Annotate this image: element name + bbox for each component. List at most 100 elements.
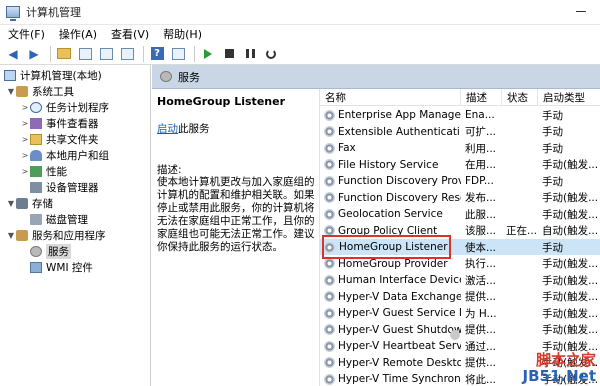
- service-name-cell: Geolocation Service: [320, 208, 461, 220]
- service-gear-icon: [324, 241, 335, 253]
- device-manager-icon: [30, 181, 42, 193]
- column-header-name[interactable]: 名称: [320, 89, 461, 106]
- service-startup-type: 手动(触发...: [542, 307, 599, 320]
- service-name: File History Service: [338, 158, 439, 171]
- table-row[interactable]: Enterprise App Manage... Ena... 手动: [320, 107, 600, 123]
- minimize-button[interactable]: [576, 11, 586, 12]
- users-icon: [30, 149, 42, 161]
- service-name: Hyper-V Guest Shutdown...: [338, 323, 461, 336]
- export-icon[interactable]: [97, 45, 115, 63]
- service-name: Human Interface Device ...: [338, 274, 461, 286]
- services-icon: [160, 71, 172, 82]
- show-hide-tree-icon[interactable]: [76, 45, 94, 63]
- menu-file[interactable]: 文件(F): [4, 26, 49, 42]
- service-name-cell: HomeGroup Listener: [320, 241, 461, 253]
- tree-item-label: 任务计划程序: [46, 101, 109, 114]
- table-row[interactable]: Hyper-V Guest Shutdown... 提供... 手动(触发...: [320, 322, 600, 338]
- chevron-right-icon[interactable]: >: [20, 151, 30, 160]
- tree-item-device-manager[interactable]: 设备管理器: [30, 179, 99, 195]
- chevron-right-icon[interactable]: >: [20, 119, 30, 128]
- service-gear-icon: [324, 109, 335, 121]
- service-gear-icon: [324, 291, 335, 302]
- table-header: 名称 描述 状态 启动类型: [320, 89, 600, 106]
- tree-root[interactable]: 计算机管理(本地): [4, 67, 102, 83]
- service-startup-type: 手动: [542, 175, 563, 188]
- service-description: Ena...: [465, 109, 495, 121]
- tree-item-system-tools[interactable]: ▼ 系统工具: [6, 83, 74, 99]
- folder-icon: [30, 133, 42, 145]
- table-row[interactable]: Group Policy Client 该服... 正在... 自动(触发...: [320, 223, 600, 239]
- refresh-icon[interactable]: [118, 45, 136, 63]
- service-action: 启动此服务: [157, 121, 210, 136]
- stop-icon[interactable]: [220, 45, 238, 63]
- tree-item-services[interactable]: 服务: [30, 243, 71, 259]
- column-header-status[interactable]: 状态: [502, 89, 538, 106]
- service-description: 在用...: [465, 159, 497, 171]
- tree-item-local-users[interactable]: > 本地用户和组: [20, 147, 109, 163]
- table-row[interactable]: File History Service 在用... 手动(触发...: [320, 157, 600, 173]
- service-name-cell: Enterprise App Manage...: [320, 109, 461, 121]
- menu-help[interactable]: 帮助(H): [159, 26, 206, 42]
- clock-icon: [30, 101, 42, 113]
- tree-item-storage[interactable]: ▼ 存储: [6, 195, 53, 211]
- forward-arrow-icon[interactable]: ▶: [25, 45, 43, 63]
- service-gear-icon: [324, 274, 335, 286]
- tree-item-label: 磁盘管理: [46, 213, 88, 226]
- service-name: Function Discovery Provi...: [338, 175, 461, 187]
- table-row[interactable]: Hyper-V Guest Service In... 为 H... 手动(触发..…: [320, 305, 600, 321]
- table-row[interactable]: Hyper-V Data Exchange ... 提供... 手动(触发...: [320, 289, 600, 305]
- table-row[interactable]: Hyper-V Remote Deskto... 提供... 手动(触发...: [320, 355, 600, 371]
- chevron-down-icon[interactable]: ▼: [6, 87, 16, 96]
- tree-item-label: 设备管理器: [46, 181, 99, 194]
- service-startup-type: 手动(触发...: [542, 357, 599, 369]
- tree-item-label: 系统工具: [32, 85, 74, 98]
- service-gear-icon: [324, 307, 335, 319]
- column-header-startup-type[interactable]: 启动类型: [538, 89, 600, 106]
- table-row[interactable]: HomeGroup Listener 使本... 手动: [320, 239, 600, 255]
- play-icon[interactable]: [199, 45, 217, 63]
- table-row[interactable]: HomeGroup Provider 执行... 手动(触发...: [320, 256, 600, 272]
- table-row[interactable]: Hyper-V Heartbeat Service 通过... 手动(触发...: [320, 338, 600, 354]
- start-service-link[interactable]: 启动: [157, 123, 178, 135]
- service-name: Fax: [338, 142, 356, 154]
- tree-item-performance[interactable]: > 性能: [20, 163, 67, 179]
- table-row[interactable]: Hyper-V Time Synchroniz... 将此... 手动(触发...: [320, 371, 600, 386]
- table-row[interactable]: Human Interface Device ... 激活... 手动(触发...: [320, 272, 600, 288]
- description-heading: 描述:: [157, 164, 182, 176]
- table-row[interactable]: Extensible Authenticati... 可扩... 手动: [320, 124, 600, 140]
- properties-icon[interactable]: [169, 45, 187, 63]
- tree-item-services-apps[interactable]: ▼ 服务和应用程序: [6, 227, 106, 243]
- menu-bar: 文件(F) 操作(A) 查看(V) 帮助(H): [0, 25, 600, 43]
- menu-view[interactable]: 查看(V): [107, 26, 153, 42]
- table-row[interactable]: Function Discovery Provi... FDP... 手动: [320, 173, 600, 189]
- table-row[interactable]: Fax 利用... 手动: [320, 140, 600, 156]
- pause-icon[interactable]: [241, 45, 259, 63]
- chevron-right-icon[interactable]: >: [20, 135, 30, 144]
- services-apps-icon: [16, 229, 28, 241]
- chevron-right-icon[interactable]: >: [20, 167, 30, 176]
- service-name: Hyper-V Heartbeat Service: [338, 340, 461, 352]
- table-row[interactable]: Function Discovery Reso... 发布... 手动(触发...: [320, 190, 600, 206]
- service-gear-icon: [324, 258, 335, 269]
- service-startup-type: 手动: [542, 241, 563, 254]
- chevron-down-icon[interactable]: ▼: [6, 199, 16, 208]
- column-header-description[interactable]: 描述: [461, 89, 502, 106]
- restart-icon[interactable]: [262, 45, 280, 63]
- service-description: 使本...: [465, 241, 497, 254]
- up-folder-icon[interactable]: [55, 45, 73, 63]
- tree-item-task-scheduler[interactable]: > 任务计划程序: [20, 99, 109, 115]
- service-startup-type: 手动: [542, 142, 563, 155]
- table-row[interactable]: Geolocation Service 此服... 手动(触发...: [320, 206, 600, 222]
- menu-action[interactable]: 操作(A): [55, 26, 101, 42]
- tree-item-shared-folders[interactable]: > 共享文件夹: [20, 131, 99, 147]
- tree-item-disk-management[interactable]: 磁盘管理: [30, 211, 88, 227]
- tree-item-wmi[interactable]: WMI 控件: [30, 259, 93, 275]
- chevron-right-icon[interactable]: >: [20, 103, 30, 112]
- toolbar-divider: [194, 45, 195, 62]
- help-icon[interactable]: ?: [148, 45, 166, 63]
- scroll-indicator: [450, 330, 460, 340]
- tree-item-event-viewer[interactable]: > 事件查看器: [20, 115, 99, 131]
- back-arrow-icon[interactable]: ◀: [4, 45, 22, 63]
- chevron-down-icon[interactable]: ▼: [6, 231, 16, 240]
- service-description: 激活...: [465, 274, 497, 287]
